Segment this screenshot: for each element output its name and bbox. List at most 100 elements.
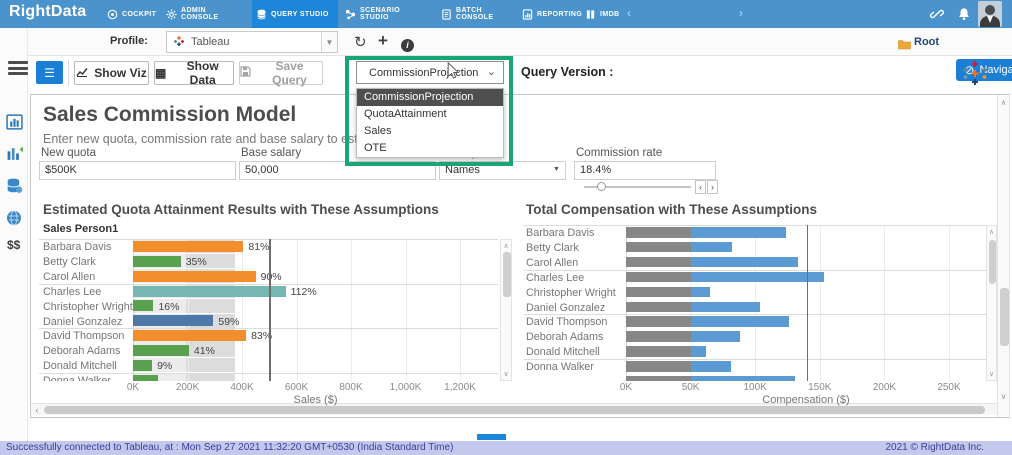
commission-bar[interactable] bbox=[690, 271, 824, 283]
new-quota-input[interactable]: $500K bbox=[39, 161, 236, 180]
base-salary-bar[interactable] bbox=[626, 346, 691, 357]
scroll-up-icon[interactable]: ∧ bbox=[998, 98, 1009, 107]
commission-bar[interactable] bbox=[690, 241, 732, 253]
nav-item-label: ADMIN CONSOLE bbox=[181, 7, 219, 21]
query-version-select[interactable]: CommissionProjection ⌄ bbox=[356, 61, 504, 84]
quota-bar[interactable] bbox=[133, 374, 158, 381]
quota-chart-scrollbar[interactable]: ∧ ∨ bbox=[500, 239, 512, 381]
dashboard-chart-icon[interactable] bbox=[6, 114, 23, 135]
copyright-text: 2021 © RightData Inc. bbox=[885, 442, 984, 453]
reference-band bbox=[186, 358, 236, 373]
compensation-chart-scrollbar[interactable]: ∧ ∨ bbox=[986, 225, 997, 381]
globe-icon[interactable] bbox=[6, 210, 22, 231]
scroll-up-icon[interactable]: ∧ bbox=[501, 242, 511, 250]
scrollbar-thumb[interactable] bbox=[1000, 288, 1009, 346]
chart-plus-icon[interactable] bbox=[6, 146, 25, 167]
commission-bar[interactable] bbox=[690, 361, 731, 372]
link-icon[interactable] bbox=[930, 7, 944, 26]
user-avatar[interactable] bbox=[978, 1, 1002, 27]
add-profile-icon[interactable]: + bbox=[378, 31, 388, 51]
info-icon[interactable]: i bbox=[401, 35, 414, 53]
slider-decrement-button[interactable]: ‹ bbox=[695, 180, 706, 194]
base-salary-bar[interactable] bbox=[626, 361, 691, 372]
gridline bbox=[949, 225, 950, 381]
save-query-button[interactable]: Save Query bbox=[239, 59, 323, 87]
scroll-down-icon[interactable]: ∨ bbox=[501, 370, 511, 378]
base-salary-bar[interactable] bbox=[626, 316, 691, 327]
scroll-down-icon[interactable]: ∨ bbox=[998, 392, 1009, 401]
profile-select-value: Tableau bbox=[191, 36, 230, 48]
base-salary-input[interactable]: 50,000 bbox=[239, 161, 436, 180]
profile-select-caret-icon[interactable]: ▼ bbox=[321, 32, 337, 52]
scrollbar-thumb[interactable] bbox=[989, 240, 996, 284]
scrollbar-thumb[interactable] bbox=[503, 252, 511, 297]
commission-bar[interactable] bbox=[690, 331, 740, 342]
quota-bar[interactable] bbox=[133, 300, 154, 312]
query-list-button[interactable]: ☰ bbox=[36, 61, 63, 84]
database-icon[interactable] bbox=[6, 178, 23, 199]
quota-reference-line bbox=[269, 239, 271, 381]
dropdown-option-sales[interactable]: Sales bbox=[357, 123, 503, 140]
dollar-dollar-item[interactable]: $$ bbox=[7, 238, 20, 252]
nav-item-imdb[interactable]: IMDB bbox=[581, 0, 619, 28]
commission-bar[interactable] bbox=[690, 301, 761, 312]
commission-bar[interactable] bbox=[690, 316, 789, 327]
commission-rate-slider-thumb[interactable] bbox=[597, 182, 606, 191]
scroll-up-icon[interactable]: ∧ bbox=[987, 228, 996, 236]
page-vertical-scrollbar[interactable]: ∧ ∨ bbox=[997, 95, 1010, 417]
quota-bar[interactable] bbox=[133, 330, 247, 342]
scrollbar-thumb[interactable] bbox=[44, 406, 985, 414]
quota-bar[interactable] bbox=[133, 315, 214, 327]
nav-item-label: COCKPIT bbox=[122, 10, 157, 18]
dropdown-option-commissionprojection[interactable]: CommissionProjection bbox=[357, 89, 503, 106]
nav-item-query-studio[interactable]: QUERY STUDIO bbox=[252, 0, 338, 28]
x-axis-tick: 400K bbox=[230, 382, 254, 393]
base-salary-bar[interactable] bbox=[626, 271, 691, 283]
root-folder-icon[interactable] bbox=[898, 37, 911, 55]
base-salary-bar[interactable] bbox=[626, 256, 691, 268]
base-salary-bar[interactable] bbox=[626, 331, 691, 342]
commission-bar[interactable] bbox=[690, 227, 787, 238]
refresh-icon[interactable]: ↻ bbox=[354, 33, 367, 51]
quota-bar[interactable] bbox=[133, 360, 153, 371]
nav-scroll-left-icon[interactable]: ‹ bbox=[627, 6, 631, 20]
nav-scroll-right-icon[interactable]: › bbox=[739, 6, 743, 20]
base-salary-bar[interactable] bbox=[626, 241, 691, 253]
nav-item-cockpit[interactable]: COCKPIT bbox=[103, 0, 157, 28]
commission-bar[interactable] bbox=[690, 256, 798, 268]
base-salary-bar[interactable] bbox=[626, 227, 691, 238]
show-viz-button[interactable]: Show Viz bbox=[74, 61, 149, 85]
nav-item-reporting[interactable]: REPORTING bbox=[518, 0, 582, 28]
scroll-left-icon[interactable]: ‹ bbox=[31, 404, 43, 416]
dropdown-option-quotaattainment[interactable]: QuotaAttainment bbox=[357, 106, 503, 123]
pane-separator bbox=[524, 314, 986, 316]
quota-bar[interactable] bbox=[133, 270, 256, 282]
commission-bar[interactable] bbox=[690, 376, 796, 381]
commission-bar[interactable] bbox=[690, 286, 710, 298]
quota-bar[interactable] bbox=[133, 255, 181, 267]
dropdown-option-ote[interactable]: OTE bbox=[357, 140, 503, 157]
nav-item-batch-console[interactable]: BATCH CONSOLE bbox=[437, 0, 513, 28]
hamburger-menu-icon[interactable] bbox=[8, 61, 28, 77]
nav-item-admin-console[interactable]: ADMIN CONSOLE bbox=[162, 0, 248, 28]
quota-bar[interactable] bbox=[133, 285, 286, 297]
quota-bar[interactable] bbox=[133, 240, 244, 252]
row-label: Charles Lee bbox=[43, 285, 102, 298]
show-data-button[interactable]: ▦ Show Data bbox=[154, 59, 234, 87]
commission-rate-input[interactable]: 18.4% bbox=[574, 161, 716, 180]
slider-increment-button[interactable]: › bbox=[707, 180, 718, 194]
scroll-down-icon[interactable]: ∨ bbox=[987, 370, 996, 378]
quota-chart-column-header: Sales Person1 bbox=[43, 223, 119, 235]
notifications-bell-icon[interactable] bbox=[957, 7, 971, 26]
scenario-studio-icon bbox=[345, 9, 356, 20]
base-salary-bar[interactable] bbox=[626, 301, 691, 312]
quota-bar[interactable] bbox=[133, 345, 189, 357]
base-salary-bar[interactable] bbox=[626, 286, 691, 298]
commission-bar[interactable] bbox=[690, 346, 707, 357]
base-salary-bar[interactable] bbox=[626, 376, 691, 381]
sort-by-select[interactable]: Names bbox=[439, 161, 566, 180]
profile-select[interactable]: Tableau ▼ bbox=[166, 31, 338, 53]
sort-by-caret-icon[interactable]: ▼ bbox=[553, 166, 560, 173]
nav-item-scenario-studio[interactable]: SCENARIO STUDIO bbox=[341, 0, 433, 28]
root-label[interactable]: Root bbox=[914, 36, 939, 48]
